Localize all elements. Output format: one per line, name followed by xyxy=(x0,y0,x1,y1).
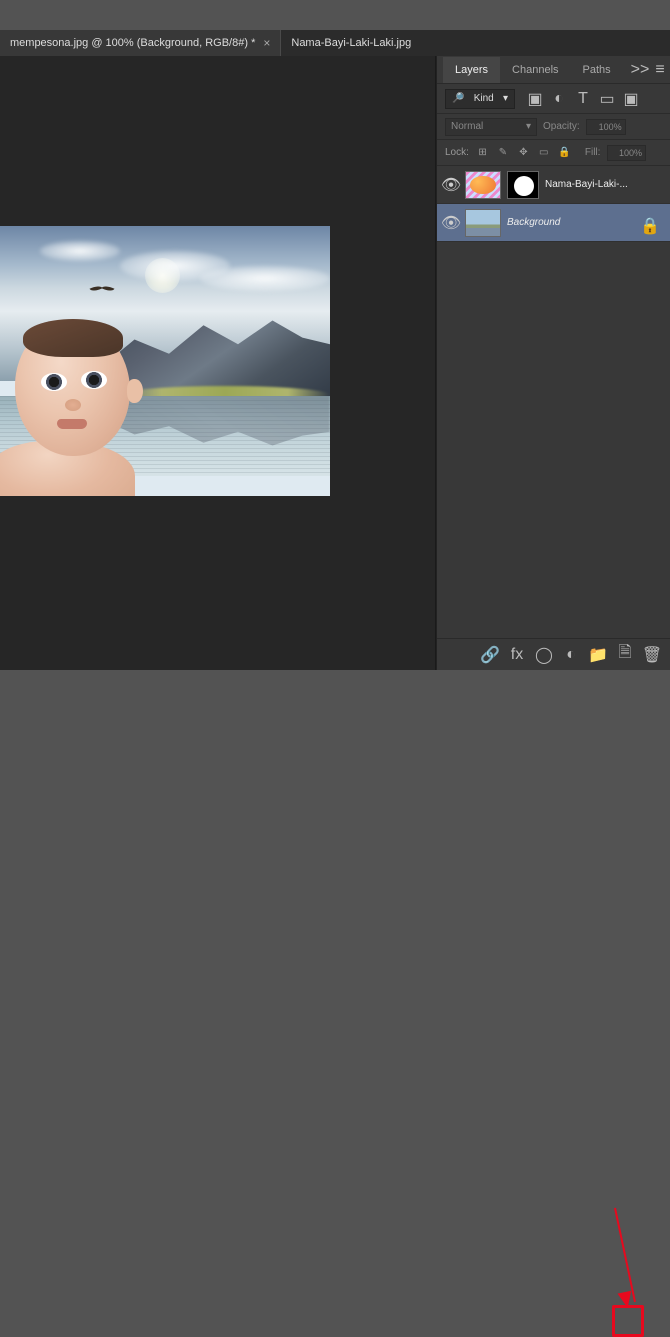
lock-pixels-icon[interactable]: ✎ xyxy=(496,146,509,160)
annotation-arrow-line xyxy=(614,1208,636,1302)
visibility-eye-icon[interactable]: 👁 xyxy=(443,215,459,231)
document-tab-title: mempesona.jpg @ 100% (Background, RGB/8#… xyxy=(10,37,255,49)
new-group-icon[interactable]: 📁 xyxy=(588,645,608,665)
lock-all-icon[interactable]: 🔒 xyxy=(557,146,570,160)
layer-bottom-bar: 🔗 fx ◯ ◐ 📁 🗎 🗑 xyxy=(437,638,670,670)
layer-thumbnail[interactable] xyxy=(465,171,501,199)
layer-list-empty-area[interactable] xyxy=(437,242,670,638)
canvas-image xyxy=(0,226,330,496)
layer-row[interactable]: 👁 Nama-Bayi-Laki-... xyxy=(437,166,670,204)
tab-layers[interactable]: Layers xyxy=(443,57,500,83)
filter-shape-icon[interactable]: ▭ xyxy=(598,90,616,108)
adjustment-layer-icon[interactable]: ◐ xyxy=(561,645,581,665)
close-icon[interactable]: × xyxy=(263,36,270,50)
panels-stack: Layers Channels Paths >> ≡ 🔎 Kind ▾ ▣ ◐ … xyxy=(436,56,670,670)
panel-tab-bar: Layers Channels Paths >> ≡ xyxy=(437,56,670,84)
panel-menu-icon[interactable]: ≡ xyxy=(655,61,664,79)
blend-row: Normal ▾ Opacity: 100% xyxy=(437,114,670,140)
link-layers-icon[interactable]: 🔗 xyxy=(480,645,500,665)
fill-field[interactable]: 100% xyxy=(607,145,646,161)
filter-adjustment-icon[interactable]: ◐ xyxy=(550,90,568,108)
annotation-highlight-box xyxy=(612,1305,644,1337)
layer-row-selected[interactable]: 👁 Background 🔒 xyxy=(437,204,670,242)
delete-layer-icon[interactable]: 🗑 xyxy=(642,645,662,665)
canvas-area[interactable] xyxy=(0,56,436,670)
blend-mode-select[interactable]: Normal ▾ xyxy=(445,118,537,136)
annotation-arrow-head xyxy=(617,1291,634,1310)
filter-kind-label: Kind xyxy=(474,93,494,104)
workspace: Layers Channels Paths >> ≡ 🔎 Kind ▾ ▣ ◐ … xyxy=(0,56,670,670)
document-tab-inactive[interactable]: Nama-Bayi-Laki-Laki.jpg xyxy=(281,30,421,56)
lock-transparent-icon[interactable]: ⊞ xyxy=(476,146,489,160)
opacity-field[interactable]: 100% xyxy=(586,119,626,135)
new-layer-icon[interactable]: 🗎 xyxy=(615,645,635,665)
options-bar xyxy=(0,10,670,30)
layer-name[interactable]: Background xyxy=(507,217,634,228)
search-icon: 🔎 xyxy=(452,93,464,104)
fill-value: 100% xyxy=(619,148,642,158)
add-mask-icon[interactable]: ◯ xyxy=(534,645,554,665)
filter-smart-icon[interactable]: ▣ xyxy=(622,90,640,108)
layer-name[interactable]: Nama-Bayi-Laki-... xyxy=(545,179,664,190)
layer-filter-row: 🔎 Kind ▾ ▣ ◐ T ▭ ▣ xyxy=(437,84,670,114)
chevron-down-icon: ▾ xyxy=(503,93,508,104)
document-tab-bar: mempesona.jpg @ 100% (Background, RGB/8#… xyxy=(0,30,670,56)
lock-label: Lock: xyxy=(445,147,469,158)
tab-channels[interactable]: Channels xyxy=(500,57,570,83)
visibility-eye-icon[interactable]: 👁 xyxy=(443,177,459,193)
layer-fx-icon[interactable]: fx xyxy=(507,645,527,665)
lock-position-icon[interactable]: ✥ xyxy=(517,146,530,160)
lock-row: Lock: ⊞ ✎ ✥ ▭ 🔒 Fill: 100% xyxy=(437,140,670,166)
layer-thumbnail[interactable] xyxy=(465,209,501,237)
filter-type-icon[interactable]: T xyxy=(574,90,592,108)
tab-paths[interactable]: Paths xyxy=(571,57,623,83)
opacity-label: Opacity: xyxy=(543,121,580,132)
filter-pixel-icon[interactable]: ▣ xyxy=(526,90,544,108)
opacity-value: 100% xyxy=(599,122,622,132)
fill-label: Fill: xyxy=(585,147,601,158)
document-tab-title: Nama-Bayi-Laki-Laki.jpg xyxy=(291,37,411,49)
panel-menu[interactable]: >> ≡ xyxy=(623,61,670,79)
lock-icon: 🔒 xyxy=(640,216,654,230)
layer-list: 👁 Nama-Bayi-Laki-... 👁 Background 🔒 xyxy=(437,166,670,242)
chevron-down-icon: ▾ xyxy=(526,121,531,132)
app-toolbar-strip xyxy=(0,0,670,10)
baby-graphic xyxy=(0,321,150,496)
lock-artboard-icon[interactable]: ▭ xyxy=(537,146,550,160)
blend-mode-value: Normal xyxy=(451,121,483,132)
filter-kind-select[interactable]: 🔎 Kind ▾ xyxy=(445,89,515,109)
document-tab-active[interactable]: mempesona.jpg @ 100% (Background, RGB/8#… xyxy=(0,30,280,56)
layer-mask-thumbnail[interactable] xyxy=(507,171,539,199)
bird-graphic xyxy=(90,286,114,296)
collapse-icon[interactable]: >> xyxy=(631,61,650,79)
